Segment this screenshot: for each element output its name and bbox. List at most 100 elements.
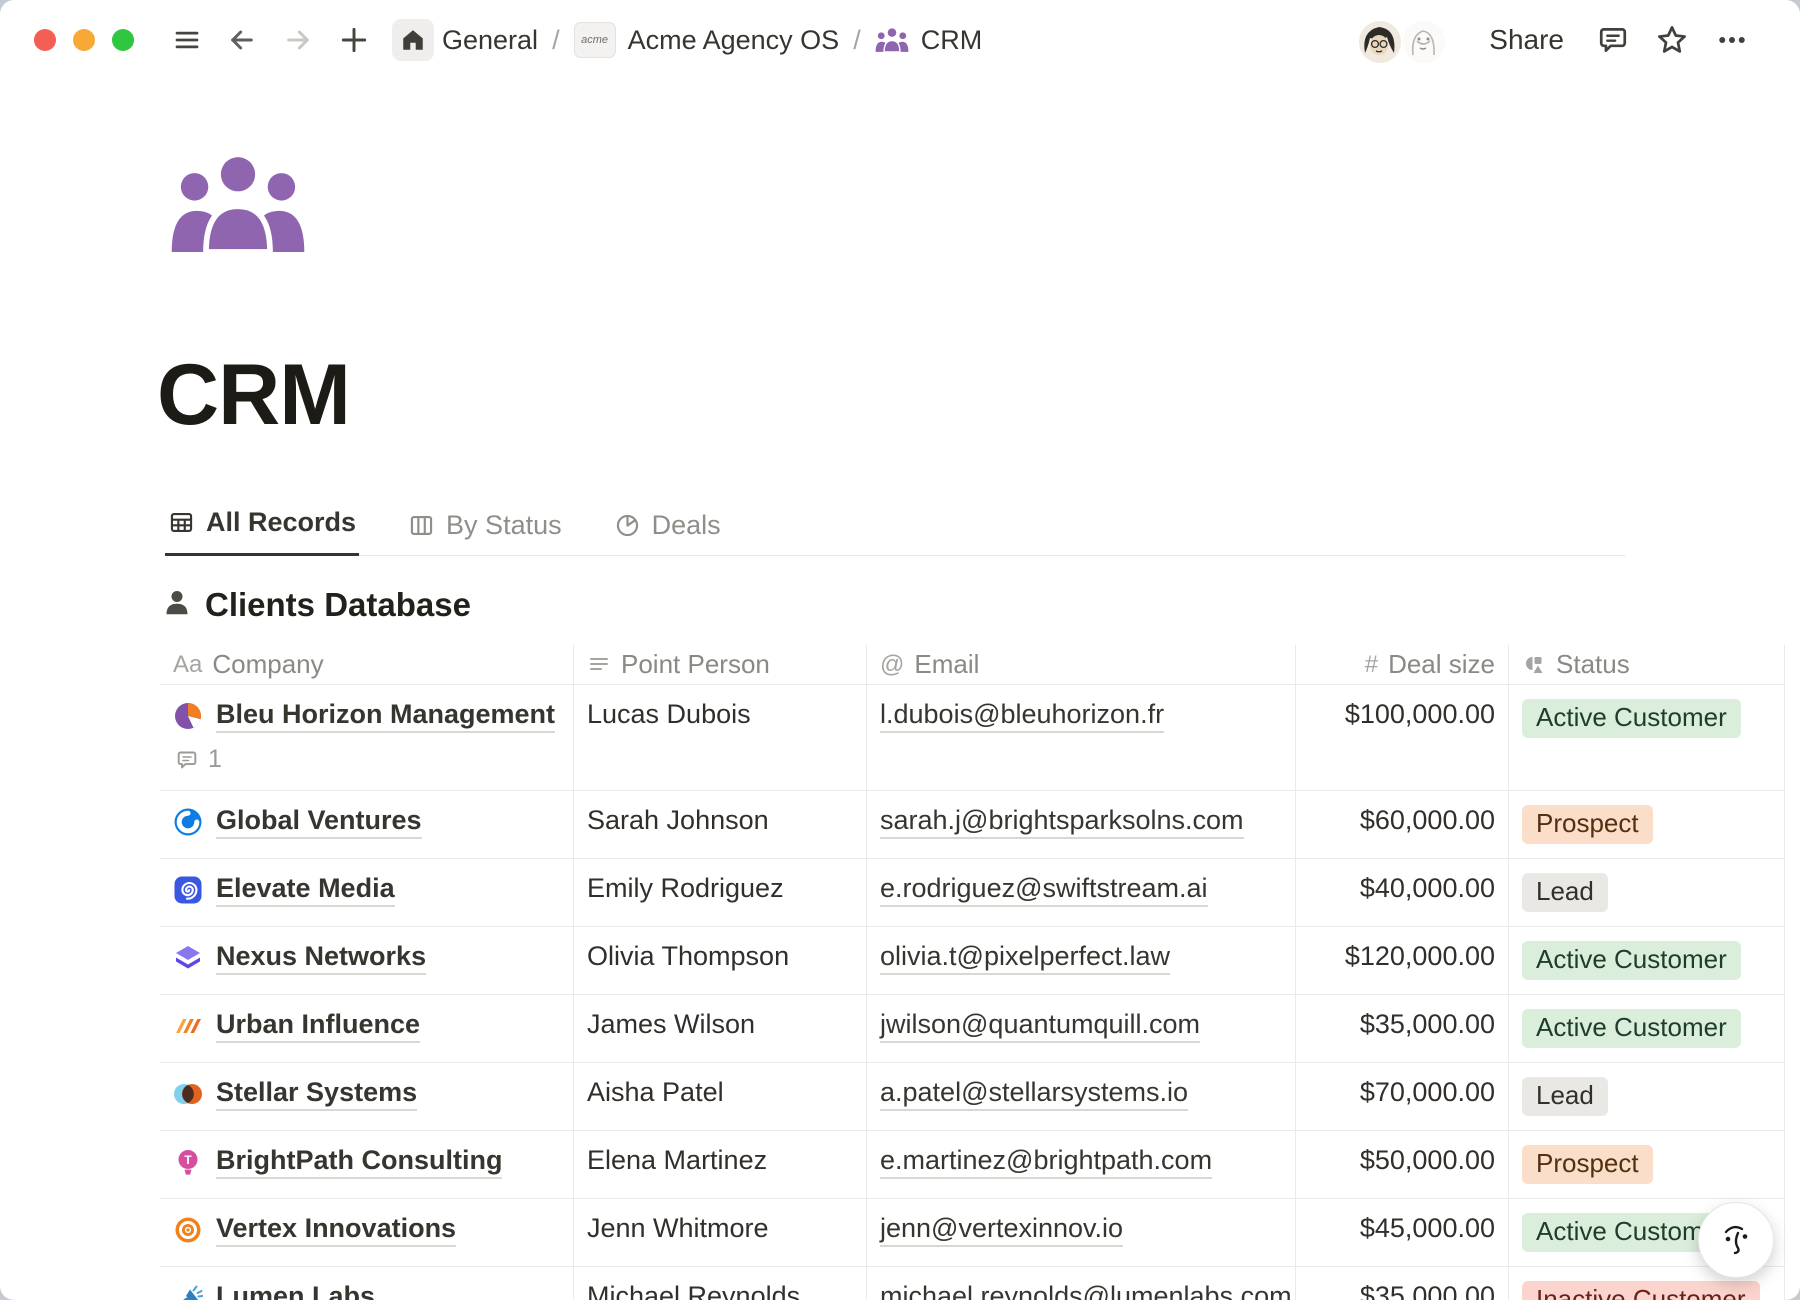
- fullscreen-window-button[interactable]: [112, 29, 134, 51]
- status-cell[interactable]: Prospect: [1508, 791, 1785, 859]
- email-link[interactable]: e.rodriguez@swiftstream.ai: [880, 873, 1208, 907]
- svg-text:T: T: [184, 1153, 192, 1167]
- company-link[interactable]: Nexus Networks: [216, 941, 426, 975]
- email-cell[interactable]: jenn@vertexinnov.io: [866, 1199, 1295, 1267]
- point-person-cell[interactable]: Olivia Thompson: [573, 927, 866, 995]
- point-person-cell[interactable]: Sarah Johnson: [573, 791, 866, 859]
- company-link[interactable]: Global Ventures: [216, 805, 422, 839]
- share-button[interactable]: Share: [1483, 23, 1570, 57]
- deal-size-cell[interactable]: $120,000.00: [1295, 927, 1508, 995]
- deal-size-cell[interactable]: $100,000.00: [1295, 685, 1508, 791]
- table-row: T BrightPath Consulting Elena Martinez e…: [160, 1131, 1785, 1199]
- status-badge[interactable]: Prospect: [1522, 805, 1653, 844]
- status-cell[interactable]: Active Customer: [1508, 685, 1785, 791]
- tab-by-status[interactable]: By Status: [405, 510, 565, 556]
- email-link[interactable]: a.patel@stellarsystems.io: [880, 1077, 1188, 1111]
- email-link[interactable]: e.martinez@brightpath.com: [880, 1145, 1212, 1179]
- company-cell[interactable]: Stellar Systems: [160, 1063, 573, 1131]
- tab-deals[interactable]: Deals: [611, 510, 724, 556]
- close-window-button[interactable]: [34, 29, 56, 51]
- deal-size-cell[interactable]: $40,000.00: [1295, 859, 1508, 927]
- company-cell[interactable]: Lumen Labs: [160, 1267, 573, 1300]
- more-options-icon[interactable]: [1714, 22, 1750, 58]
- notion-ai-button[interactable]: [1698, 1202, 1774, 1278]
- company-cell[interactable]: Urban Influence: [160, 995, 573, 1063]
- column-header-status[interactable]: Status: [1508, 645, 1785, 685]
- status-badge[interactable]: Active Customer: [1522, 699, 1741, 738]
- deal-size-cell[interactable]: $70,000.00: [1295, 1063, 1508, 1131]
- status-cell[interactable]: Lead: [1508, 859, 1785, 927]
- company-link[interactable]: Stellar Systems: [216, 1077, 417, 1111]
- avatar[interactable]: [1357, 19, 1403, 65]
- email-cell[interactable]: l.dubois@bleuhorizon.fr: [866, 685, 1295, 791]
- minimize-window-button[interactable]: [73, 29, 95, 51]
- status-cell[interactable]: Lead: [1508, 1063, 1785, 1131]
- email-cell[interactable]: a.patel@stellarsystems.io: [866, 1063, 1295, 1131]
- column-header-point-person[interactable]: Point Person: [573, 645, 866, 685]
- email-link[interactable]: jenn@vertexinnov.io: [880, 1213, 1123, 1247]
- company-cell[interactable]: Nexus Networks: [160, 927, 573, 995]
- deal-size-cell[interactable]: $50,000.00: [1295, 1131, 1508, 1199]
- email-cell[interactable]: michael.reynolds@lumenlabs.com: [866, 1267, 1295, 1300]
- tab-all-records[interactable]: All Records: [165, 507, 359, 556]
- breadcrumb-general[interactable]: General: [442, 25, 538, 56]
- point-person-cell[interactable]: Emily Rodriguez: [573, 859, 866, 927]
- deal-size-cell[interactable]: $35,000.00: [1295, 1267, 1508, 1300]
- company-link[interactable]: Vertex Innovations: [216, 1213, 456, 1247]
- status-cell[interactable]: Prospect: [1508, 1131, 1785, 1199]
- point-person-cell[interactable]: James Wilson: [573, 995, 866, 1063]
- column-header-email[interactable]: @ Email: [866, 645, 1295, 685]
- status-badge[interactable]: Active Customer: [1522, 941, 1741, 980]
- company-link[interactable]: BrightPath Consulting: [216, 1145, 502, 1179]
- email-cell[interactable]: e.rodriguez@swiftstream.ai: [866, 859, 1295, 927]
- back-icon[interactable]: [226, 24, 258, 56]
- email-cell[interactable]: sarah.j@brightsparksolns.com: [866, 791, 1295, 859]
- point-person-cell[interactable]: Lucas Dubois: [573, 685, 866, 791]
- deal-size-cell[interactable]: $60,000.00: [1295, 791, 1508, 859]
- email-link[interactable]: l.dubois@bleuhorizon.fr: [880, 699, 1164, 733]
- point-person-cell[interactable]: Aisha Patel: [573, 1063, 866, 1131]
- company-cell[interactable]: T BrightPath Consulting: [160, 1131, 573, 1199]
- company-cell[interactable]: Vertex Innovations: [160, 1199, 573, 1267]
- avatar[interactable]: [1401, 19, 1447, 65]
- email-link[interactable]: sarah.j@brightsparksolns.com: [880, 805, 1244, 839]
- email-link[interactable]: michael.reynolds@lumenlabs.com: [880, 1281, 1292, 1300]
- email-cell[interactable]: e.martinez@brightpath.com: [866, 1131, 1295, 1199]
- email-link[interactable]: jwilson@quantumquill.com: [880, 1009, 1200, 1043]
- status-badge[interactable]: Lead: [1522, 873, 1608, 912]
- company-link[interactable]: Elevate Media: [216, 873, 395, 907]
- point-person-cell[interactable]: Elena Martinez: [573, 1131, 866, 1199]
- company-cell[interactable]: Bleu Horizon Management 1: [160, 685, 573, 791]
- collaborator-avatars[interactable]: [1351, 17, 1451, 63]
- company-link[interactable]: Lumen Labs: [216, 1281, 375, 1300]
- forward-icon[interactable]: [282, 24, 314, 56]
- status-cell[interactable]: Active Customer: [1508, 995, 1785, 1063]
- home-button[interactable]: [392, 19, 434, 61]
- favorite-star-icon[interactable]: [1654, 22, 1690, 58]
- comments-icon[interactable]: [1596, 23, 1630, 57]
- new-tab-icon[interactable]: [338, 24, 370, 56]
- deal-size-cell[interactable]: $45,000.00: [1295, 1199, 1508, 1267]
- email-cell[interactable]: jwilson@quantumquill.com: [866, 995, 1295, 1063]
- email-cell[interactable]: olivia.t@pixelperfect.law: [866, 927, 1295, 995]
- company-link[interactable]: Bleu Horizon Management: [216, 699, 555, 733]
- status-badge[interactable]: Prospect: [1522, 1145, 1653, 1184]
- deal-size-cell[interactable]: $35,000.00: [1295, 995, 1508, 1063]
- email-link[interactable]: olivia.t@pixelperfect.law: [880, 941, 1170, 975]
- company-cell[interactable]: Global Ventures: [160, 791, 573, 859]
- column-header-deal-size[interactable]: # Deal size: [1295, 645, 1508, 685]
- point-person-cell[interactable]: Jenn Whitmore: [573, 1199, 866, 1267]
- company-cell[interactable]: Elevate Media: [160, 859, 573, 927]
- page-icon-people[interactable]: [168, 156, 308, 252]
- status-badge[interactable]: Inactive Customer: [1522, 1281, 1760, 1300]
- company-link[interactable]: Urban Influence: [216, 1009, 420, 1043]
- status-cell[interactable]: Active Customer: [1508, 927, 1785, 995]
- breadcrumb-crm[interactable]: CRM: [921, 25, 983, 56]
- sidebar-toggle-icon[interactable]: [172, 25, 202, 55]
- breadcrumb-workspace[interactable]: Acme Agency OS: [628, 25, 840, 56]
- comment-count[interactable]: 1: [175, 745, 222, 774]
- status-badge[interactable]: Active Customer: [1522, 1009, 1741, 1048]
- point-person-cell[interactable]: Michael Reynolds: [573, 1267, 866, 1300]
- status-badge[interactable]: Lead: [1522, 1077, 1608, 1116]
- column-header-company[interactable]: Aa Company: [160, 645, 573, 685]
